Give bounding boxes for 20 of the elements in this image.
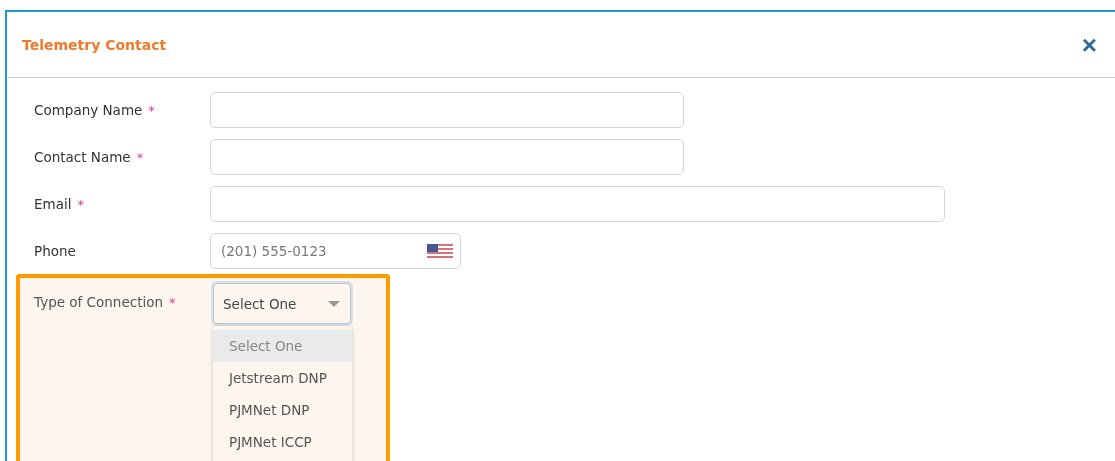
phone-field[interactable]: (201) 555-0123: [210, 232, 461, 269]
caret-icon: [328, 300, 340, 307]
dropdown-option[interactable]: PJMNet DNP: [213, 394, 352, 426]
field-label: Company Name: [34, 101, 143, 118]
dropdown-option[interactable]: PJMNet ICCP: [213, 426, 352, 458]
field-label: Type of Connection: [34, 294, 163, 310]
input-field[interactable]: [210, 91, 684, 128]
field-label: Phone: [34, 242, 76, 259]
field-label: Email: [34, 195, 72, 212]
required-mark: *: [169, 295, 176, 310]
required-mark: *: [77, 196, 84, 212]
dropdown-option[interactable]: Jetstream DNP: [213, 362, 352, 394]
select-dropdown[interactable]: Select One: [213, 283, 351, 324]
field-label: Contact Name: [34, 148, 131, 165]
input-field[interactable]: [210, 138, 684, 175]
required-mark: *: [148, 102, 155, 118]
input-field[interactable]: [210, 185, 945, 222]
dialog-title: Telemetry Contact: [22, 36, 167, 53]
required-mark: *: [136, 149, 144, 165]
close-button[interactable]: ×: [1077, 31, 1101, 58]
